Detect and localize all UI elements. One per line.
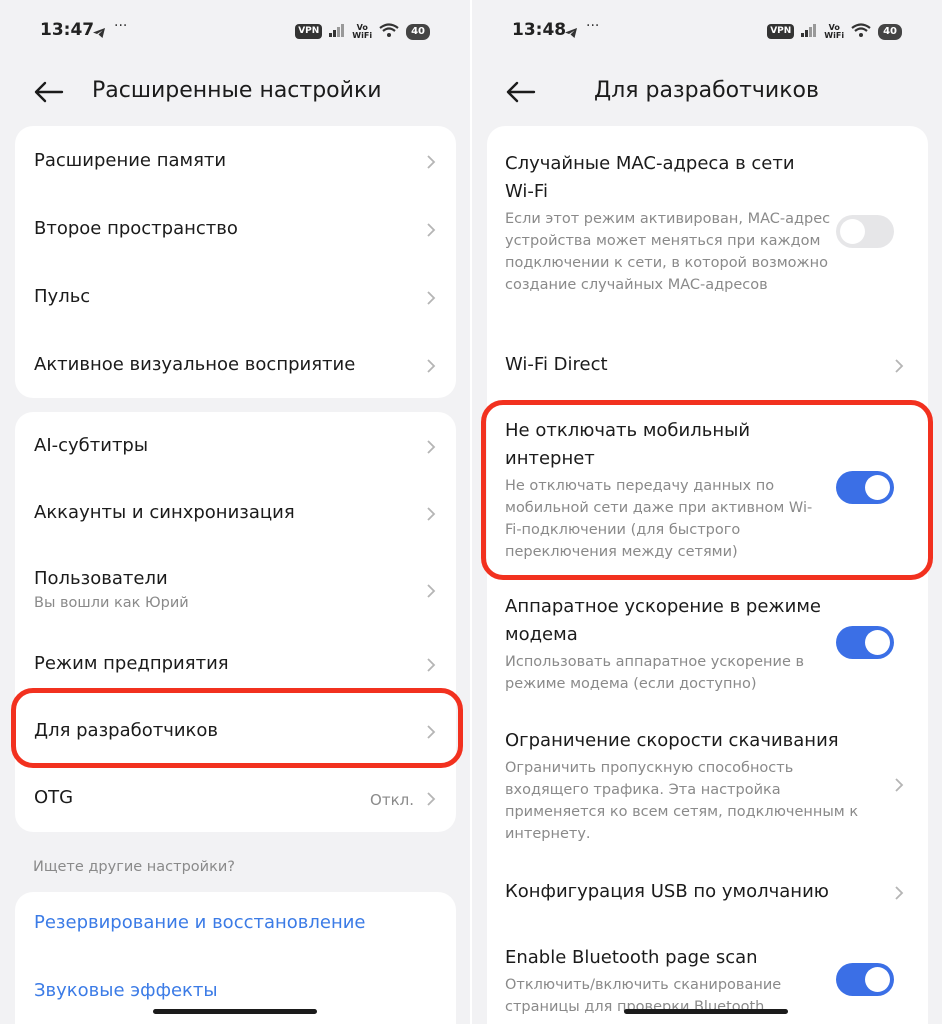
row-label: AI-субтитры <box>34 435 149 456</box>
link-backup-restore[interactable]: Резервирование и восстановление <box>34 912 366 933</box>
back-arrow-icon[interactable] <box>32 78 64 106</box>
toggle-knob <box>865 475 890 500</box>
toggle-tethering-hw-accel[interactable] <box>836 626 894 659</box>
row-second-space[interactable]: Второе пространство <box>15 194 456 262</box>
more-notifications-icon: ··· <box>586 18 600 34</box>
row-label: Активное визуальное восприятие <box>34 354 356 375</box>
chevron-right-icon <box>427 658 436 672</box>
row-label: Расширение памяти <box>34 150 227 171</box>
toggle-knob <box>865 967 890 992</box>
vpn-badge: VPN <box>295 24 323 39</box>
back-arrow-icon[interactable] <box>504 78 536 106</box>
toggle-bluetooth-page-scan[interactable] <box>836 963 894 996</box>
chevron-right-icon <box>427 291 436 305</box>
otg-status-value: Откл. <box>370 791 414 809</box>
toggle-keep-mobile-data[interactable] <box>836 471 894 504</box>
other-settings-hint: Ищете другие настройки? <box>33 859 235 875</box>
page-header: Расширенные настройки <box>0 72 470 114</box>
setting-title: Случайные MAC-адреса в сети Wi-Fi <box>505 153 795 202</box>
row-enterprise-mode[interactable]: Режим предприятия <box>15 634 456 700</box>
left-screen: 13:47 ··· VPN Vo WiFi 40 Расширенные наст… <box>0 0 470 1024</box>
setting-download-limit[interactable]: Ограничение скорости скачивания Ограничи… <box>505 727 858 845</box>
battery-indicator: 40 <box>406 23 430 40</box>
right-screen: 13:48 ··· VPN Vo WiFi 40 Для разработчико… <box>472 0 942 1024</box>
chevron-right-icon <box>427 584 436 598</box>
status-bar: 13:47 ··· VPN Vo WiFi 40 <box>0 18 470 46</box>
setting-random-mac: Случайные MAC-адреса в сети Wi-Fi Если э… <box>505 150 841 296</box>
row-wifi-direct[interactable]: Wi-Fi Direct <box>487 338 928 394</box>
telegram-icon <box>92 24 106 43</box>
setting-keep-mobile-data: Не отключать мобильный интернет Не отклю… <box>505 417 841 563</box>
chevron-right-icon <box>427 223 436 237</box>
row-developers[interactable]: Для разработчиков <box>15 700 456 766</box>
chevron-right-icon <box>895 886 904 900</box>
settings-group-memory: Расширение памяти Второе пространство Пу… <box>15 126 456 398</box>
vowifi-label: Vo WiFi <box>824 22 845 40</box>
status-time: 13:48 <box>512 20 567 40</box>
row-otg[interactable]: OTG Откл. <box>15 766 456 832</box>
chevron-right-icon <box>427 155 436 169</box>
chevron-right-icon <box>427 359 436 373</box>
chevron-right-icon <box>427 440 436 454</box>
row-label: Аккаунты и синхронизация <box>34 502 295 523</box>
row-active-visual[interactable]: Активное визуальное восприятие <box>15 330 456 398</box>
row-label: OTG <box>34 787 74 808</box>
row-pulse[interactable]: Пульс <box>15 262 456 330</box>
setting-tethering-hw-accel: Аппаратное ускорение в режиме модема Исп… <box>505 593 841 695</box>
vowifi-label: Vo WiFi <box>352 22 373 40</box>
settings-group-system: AI-субтитры Аккаунты и синхронизация Пол… <box>15 412 456 832</box>
suggested-settings-card: Резервирование и восстановление Звуковые… <box>15 892 456 1024</box>
home-indicator[interactable] <box>624 1009 788 1014</box>
signal-icon <box>329 22 345 41</box>
toggle-knob <box>865 630 890 655</box>
telegram-icon <box>564 24 578 43</box>
signal-icon <box>801 22 817 41</box>
row-label: Пользователи <box>34 568 168 589</box>
row-accounts-sync[interactable]: Аккаунты и синхронизация <box>15 480 456 548</box>
wifi-icon <box>851 22 871 41</box>
row-sublabel: Вы вошли как Юрий <box>34 595 189 611</box>
more-notifications-icon: ··· <box>114 18 128 34</box>
home-indicator[interactable] <box>153 1009 317 1014</box>
row-label: Конфигурация USB по умолчанию <box>505 881 829 902</box>
battery-indicator: 40 <box>878 23 902 40</box>
chevron-right-icon <box>895 359 904 373</box>
row-label: Режим предприятия <box>34 653 229 674</box>
setting-title: Enable Bluetooth page scan <box>505 947 758 968</box>
page-header: Для разработчиков <box>472 72 942 114</box>
row-label: Пульс <box>34 286 91 307</box>
row-label: Wi-Fi Direct <box>505 354 608 375</box>
setting-description: Ограничить пропускную способность входящ… <box>505 760 859 842</box>
chevron-right-icon <box>427 507 436 521</box>
row-memory-extension[interactable]: Расширение памяти <box>15 126 456 194</box>
vpn-badge: VPN <box>767 24 795 39</box>
toggle-knob <box>840 219 865 244</box>
wifi-icon <box>379 22 399 41</box>
page-title: Расширенные настройки <box>92 78 382 103</box>
status-time: 13:47 <box>40 20 95 40</box>
row-label: Второе пространство <box>34 218 238 239</box>
link-sound-effects[interactable]: Звуковые эффекты <box>34 980 218 1001</box>
toggle-random-mac[interactable] <box>836 215 894 248</box>
setting-description: Если этот режим активирован, MAC-адрес у… <box>505 211 831 293</box>
chevron-right-icon <box>427 725 436 739</box>
setting-title: Аппаратное ускорение в режиме модема <box>505 596 821 645</box>
row-usb-default-config[interactable]: Конфигурация USB по умолчанию <box>487 868 928 920</box>
setting-bluetooth-page-scan: Enable Bluetooth page scan Отключить/вкл… <box>505 944 841 1018</box>
setting-title: Не отключать мобильный интернет <box>505 420 751 469</box>
setting-title: Ограничение скорости скачивания <box>505 730 839 751</box>
chevron-right-icon <box>427 792 436 806</box>
row-ai-subtitles[interactable]: AI-субтитры <box>15 412 456 480</box>
setting-description: Использовать аппаратное ускорение в режи… <box>505 654 805 692</box>
row-users[interactable]: Пользователи Вы вошли как Юрий <box>15 548 456 634</box>
developer-options-list: Случайные MAC-адреса в сети Wi-Fi Если э… <box>487 126 928 1024</box>
setting-description: Не отключать передачу данных по мобильно… <box>505 478 813 560</box>
chevron-right-icon <box>895 778 904 792</box>
row-label: Для разработчиков <box>34 720 219 741</box>
page-title: Для разработчиков <box>594 78 819 103</box>
status-bar: 13:48 ··· VPN Vo WiFi 40 <box>472 18 942 46</box>
